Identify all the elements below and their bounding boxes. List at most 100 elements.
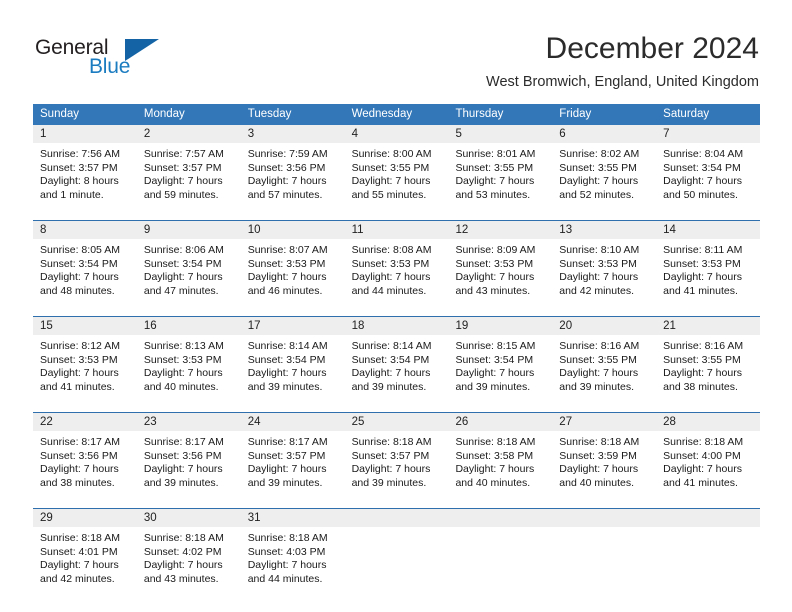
day-number: 6: [552, 125, 657, 143]
day-cell[interactable]: 13 Sunrise: 8:10 AM Sunset: 3:53 PM Dayligh…: [552, 221, 657, 305]
day-number: 28: [656, 413, 761, 431]
daylight-text-line1: Daylight: 7 hours: [559, 271, 639, 284]
day-cell[interactable]: 5 Sunrise: 8:01 AM Sunset: 3:55 PM Daylight…: [448, 125, 553, 209]
day-number: 13: [552, 221, 657, 239]
daylight-text-line2: and 43 minutes.: [143, 572, 219, 585]
day-details: Sunrise: 8:12 AM Sunset: 3:53 PM Daylight:…: [33, 335, 137, 401]
sunrise-text: Sunrise: 8:18 AM: [40, 532, 120, 544]
sunrise-text: Sunrise: 8:17 AM: [247, 436, 328, 448]
day-cell[interactable]: 9 Sunrise: 8:06 AM Sunset: 3:54 PM Daylight…: [136, 221, 241, 305]
day-cell[interactable]: 30 Sunrise: 8:18 AM Sunset: 4:02 PM Dayligh…: [136, 509, 241, 593]
day-details: [448, 527, 552, 593]
day-number: [552, 509, 657, 527]
sunset-text: Sunset: 3:53 PM: [663, 257, 741, 270]
day-cell[interactable]: 4 Sunrise: 8:00 AM Sunset: 3:55 PM Daylight…: [344, 125, 449, 209]
week-cells: 15 Sunrise: 8:12 AM Sunset: 3:53 PM Dayligh…: [33, 317, 761, 401]
day-details: Sunrise: 8:18 AM Sunset: 3:58 PM Daylight:…: [448, 431, 552, 497]
sunrise-text: Sunrise: 8:05 AM: [40, 244, 120, 256]
sunrise-text: Sunrise: 8:07 AM: [247, 244, 328, 256]
day-cell[interactable]: 8 Sunrise: 8:05 AM Sunset: 3:54 PM Daylight…: [33, 221, 137, 305]
daylight-text-line2: and 42 minutes.: [559, 284, 635, 297]
day-cell[interactable]: 19 Sunrise: 8:15 AM Sunset: 3:54 PM Dayligh…: [448, 317, 553, 401]
sunset-text: Sunset: 3:54 PM: [143, 257, 222, 270]
day-cell[interactable]: 12 Sunrise: 8:09 AM Sunset: 3:53 PM Dayligh…: [448, 221, 553, 305]
sunset-text: Sunset: 3:55 PM: [455, 161, 534, 174]
sunset-text: Sunset: 3:53 PM: [40, 353, 118, 366]
weekday-header-tuesday: Tuesday: [247, 108, 292, 120]
daylight-text-line2: and 39 minutes.: [351, 476, 427, 489]
day-cell[interactable]: 21 Sunrise: 8:16 AM Sunset: 3:55 PM Dayligh…: [656, 317, 761, 401]
day-details: Sunrise: 8:06 AM Sunset: 3:54 PM Daylight:…: [137, 239, 241, 305]
sunrise-text: Sunrise: 8:02 AM: [559, 148, 640, 160]
day-cell[interactable]: 23 Sunrise: 8:17 AM Sunset: 3:56 PM Dayligh…: [136, 413, 241, 497]
day-number: 15: [33, 317, 137, 335]
day-cell[interactable]: 3 Sunrise: 7:59 AM Sunset: 3:56 PM Daylight…: [240, 125, 345, 209]
sunrise-text: Sunrise: 8:12 AM: [40, 340, 120, 352]
day-details: Sunrise: 8:15 AM Sunset: 3:54 PM Daylight:…: [448, 335, 552, 401]
day-cell[interactable]: 1 Sunrise: 7:56 AM Sunset: 3:57 PM Daylight…: [33, 125, 137, 209]
daylight-text-line2: and 44 minutes.: [247, 572, 323, 585]
day-cell[interactable]: 24 Sunrise: 8:17 AM Sunset: 3:57 PM Dayligh…: [240, 413, 345, 497]
day-details: [345, 527, 449, 593]
day-details: Sunrise: 8:13 AM Sunset: 3:53 PM Daylight:…: [137, 335, 241, 401]
day-cell[interactable]: 29 Sunrise: 8:18 AM Sunset: 4:01 PM Dayligh…: [33, 509, 137, 593]
day-cell[interactable]: 10 Sunrise: 8:07 AM Sunset: 3:53 PM Dayligh…: [240, 221, 345, 305]
sunset-text: Sunset: 3:55 PM: [559, 161, 637, 174]
daylight-text-line1: Daylight: 7 hours: [663, 175, 742, 188]
brand-logo[interactable]: General Blue: [35, 36, 165, 84]
weekday-header-monday: Monday: [143, 108, 185, 120]
day-details: Sunrise: 8:17 AM Sunset: 3:57 PM Daylight:…: [241, 431, 345, 497]
day-cell[interactable]: 25 Sunrise: 8:18 AM Sunset: 3:57 PM Dayligh…: [344, 413, 449, 497]
day-cell[interactable]: 14 Sunrise: 8:11 AM Sunset: 3:53 PM Dayligh…: [656, 221, 761, 305]
day-cell[interactable]: 22 Sunrise: 8:17 AM Sunset: 3:56 PM Dayligh…: [33, 413, 137, 497]
sunset-text: Sunset: 3:53 PM: [455, 257, 534, 270]
day-cell[interactable]: 16 Sunrise: 8:13 AM Sunset: 3:53 PM Dayligh…: [136, 317, 241, 401]
day-cell[interactable]: 7 Sunrise: 8:04 AM Sunset: 3:54 PM Daylight…: [656, 125, 761, 209]
day-cell[interactable]: 26 Sunrise: 8:18 AM Sunset: 3:58 PM Dayligh…: [448, 413, 553, 497]
sunrise-text: Sunrise: 8:14 AM: [351, 340, 432, 352]
day-details: [552, 527, 656, 593]
weekday-header-thursday: Thursday: [455, 108, 504, 120]
day-cell-empty: [344, 509, 449, 593]
daylight-text-line2: and 39 minutes.: [351, 380, 427, 393]
day-cell[interactable]: 27 Sunrise: 8:18 AM Sunset: 3:59 PM Dayligh…: [552, 413, 657, 497]
sunrise-text: Sunrise: 8:11 AM: [663, 244, 743, 256]
day-cell[interactable]: 31 Sunrise: 8:18 AM Sunset: 4:03 PM Dayligh…: [240, 509, 345, 593]
day-details: Sunrise: 8:01 AM Sunset: 3:55 PM Daylight:…: [448, 143, 552, 209]
daylight-text-line2: and 44 minutes.: [351, 284, 427, 297]
daylight-text-line2: and 42 minutes.: [40, 572, 115, 585]
day-cell[interactable]: 18 Sunrise: 8:14 AM Sunset: 3:54 PM Dayligh…: [344, 317, 449, 401]
title-block: December 2024 West Bromwich, England, Un…: [486, 31, 759, 91]
daylight-text-line1: Daylight: 7 hours: [559, 367, 639, 380]
sunset-text: Sunset: 3:55 PM: [351, 161, 430, 174]
day-details: Sunrise: 8:16 AM Sunset: 3:55 PM Daylight:…: [656, 335, 760, 401]
daylight-text-line2: and 41 minutes.: [663, 284, 738, 297]
daylight-text-line2: and 40 minutes.: [559, 476, 635, 489]
day-cell[interactable]: 2 Sunrise: 7:57 AM Sunset: 3:57 PM Daylight…: [136, 125, 241, 209]
day-details: [656, 527, 760, 593]
week-cells: 1 Sunrise: 7:56 AM Sunset: 3:57 PM Daylight…: [33, 125, 761, 209]
sunrise-text: Sunrise: 8:13 AM: [143, 340, 224, 352]
day-cell[interactable]: 28 Sunrise: 8:18 AM Sunset: 4:00 PM Dayligh…: [656, 413, 761, 497]
daylight-text-line2: and 57 minutes.: [247, 188, 323, 201]
sunset-text: Sunset: 3:53 PM: [351, 257, 430, 270]
sunset-text: Sunset: 3:57 PM: [351, 449, 430, 462]
sunset-text: Sunset: 3:58 PM: [455, 449, 534, 462]
day-cell[interactable]: 6 Sunrise: 8:02 AM Sunset: 3:55 PM Daylight…: [552, 125, 657, 209]
sunrise-text: Sunrise: 7:56 AM: [40, 148, 120, 160]
day-details: Sunrise: 8:10 AM Sunset: 3:53 PM Daylight:…: [552, 239, 656, 305]
day-number: 30: [136, 509, 241, 527]
day-cell[interactable]: 11 Sunrise: 8:08 AM Sunset: 3:53 PM Dayligh…: [344, 221, 449, 305]
day-cell[interactable]: 17 Sunrise: 8:14 AM Sunset: 3:54 PM Dayligh…: [240, 317, 345, 401]
sunrise-text: Sunrise: 8:18 AM: [143, 532, 224, 544]
day-number: 17: [240, 317, 345, 335]
daylight-text-line1: Daylight: 7 hours: [351, 175, 431, 188]
day-number: 2: [136, 125, 241, 143]
sunset-text: Sunset: 3:55 PM: [559, 353, 637, 366]
day-number: 19: [448, 317, 553, 335]
daylight-text-line1: Daylight: 7 hours: [143, 271, 223, 284]
day-details: Sunrise: 8:00 AM Sunset: 3:55 PM Daylight:…: [345, 143, 449, 209]
day-cell[interactable]: 20 Sunrise: 8:16 AM Sunset: 3:55 PM Dayligh…: [552, 317, 657, 401]
daylight-text-line1: Daylight: 7 hours: [559, 463, 639, 476]
day-cell[interactable]: 15 Sunrise: 8:12 AM Sunset: 3:53 PM Dayligh…: [33, 317, 137, 401]
